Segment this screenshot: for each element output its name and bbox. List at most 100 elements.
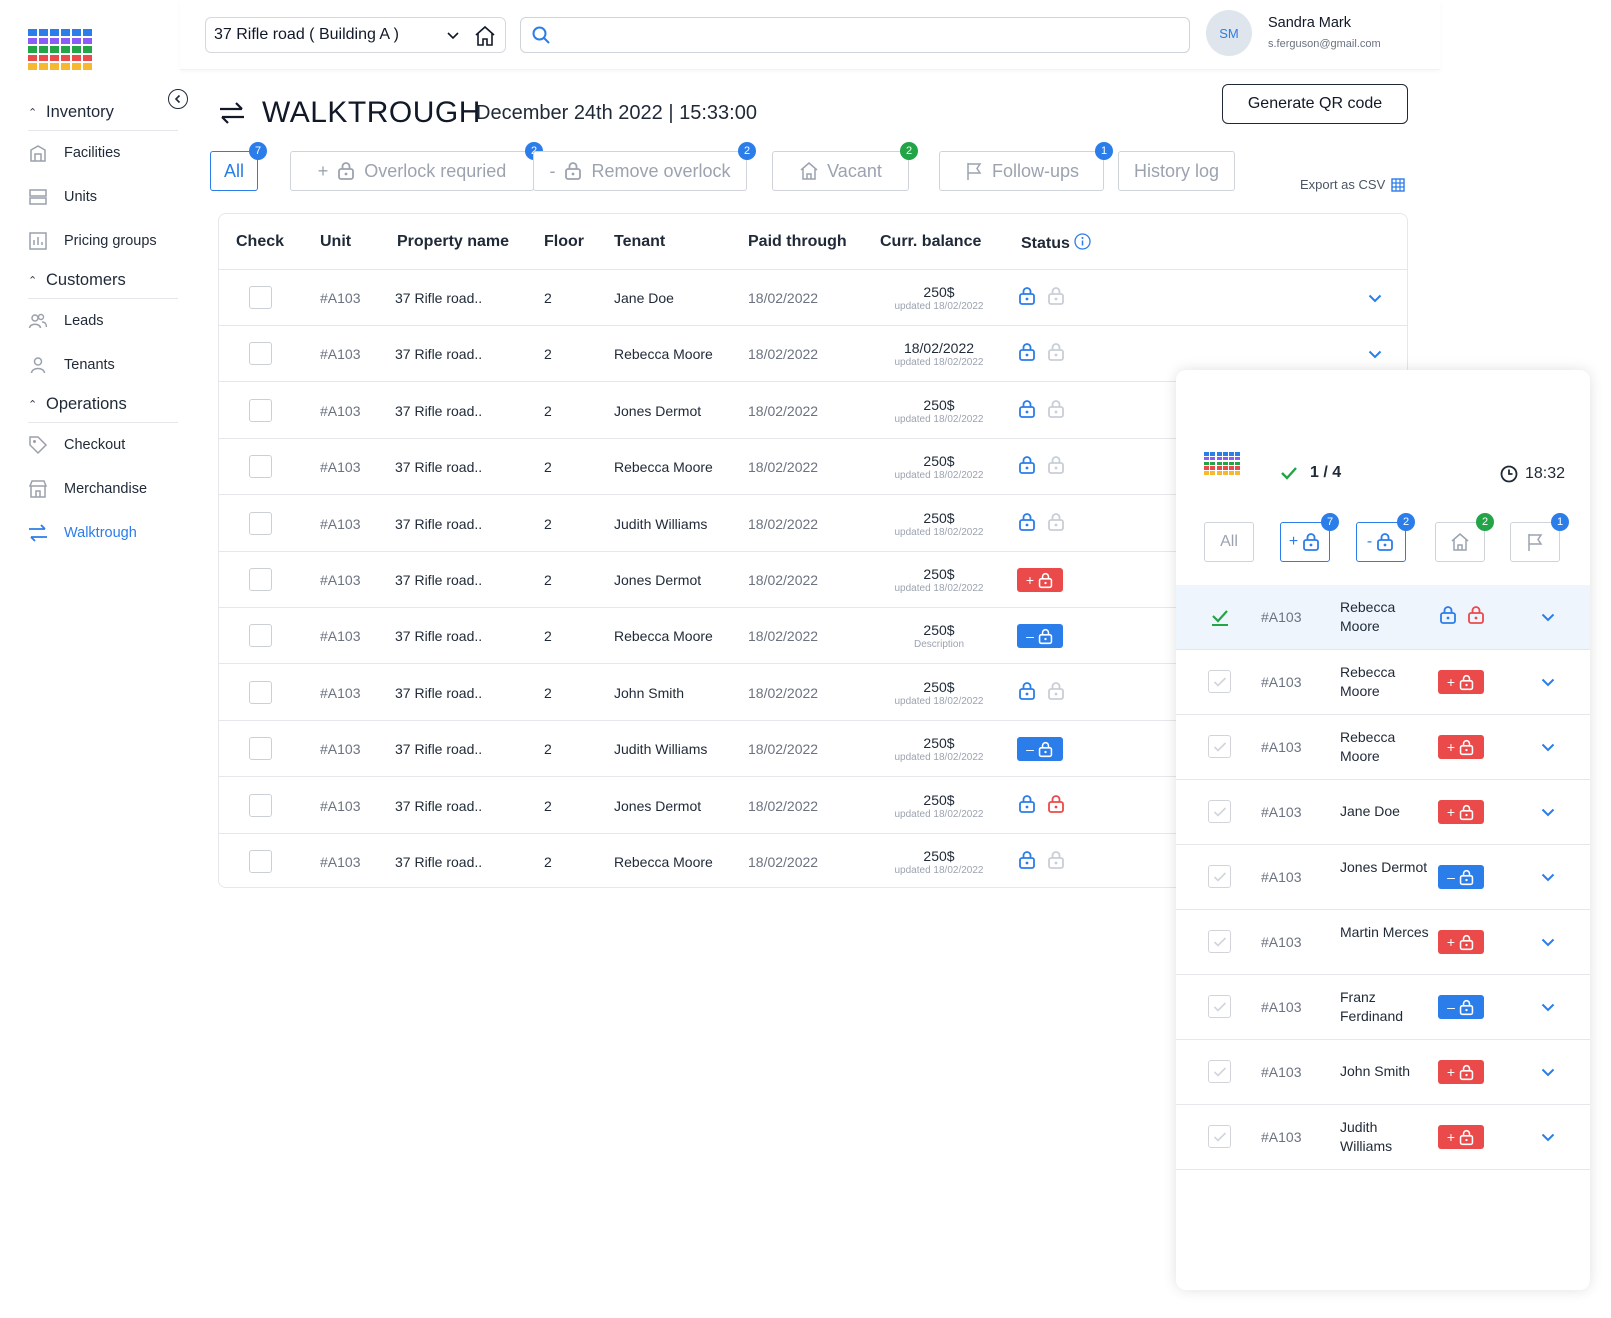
row-checkbox[interactable] <box>249 568 272 591</box>
sidebar-item-walktrough[interactable]: Walktrough <box>28 511 178 555</box>
status-cell[interactable] <box>1017 399 1066 419</box>
status-cell[interactable]: + <box>1438 1125 1484 1149</box>
mobile-filter-tab-remove[interactable]: -2 <box>1356 513 1415 562</box>
status-cell[interactable]: + <box>1438 930 1484 954</box>
chevron-down-icon[interactable] <box>1540 804 1556 820</box>
status-cell[interactable]: + <box>1017 568 1063 592</box>
row-checkbox[interactable] <box>249 286 272 309</box>
sidebar-section-customers[interactable]: ⌃ Customers <box>28 263 178 299</box>
chevron-down-icon[interactable] <box>1540 1129 1556 1145</box>
row-expand[interactable] <box>1540 934 1556 955</box>
add-overlock-badge[interactable]: + <box>1438 800 1484 824</box>
status-cell[interactable]: + <box>1438 670 1484 694</box>
row-expand[interactable] <box>1540 869 1556 890</box>
status-cell[interactable] <box>1017 286 1066 306</box>
row-checkbox[interactable] <box>249 398 272 422</box>
chevron-down-icon[interactable] <box>1540 999 1556 1015</box>
status-cell[interactable]: – <box>1017 737 1063 762</box>
mobile-filter-tab-vacant[interactable]: 2 <box>1435 513 1494 562</box>
row-checkbox[interactable] <box>249 850 272 873</box>
sidebar-section-operations[interactable]: ⌃ Operations <box>28 387 178 423</box>
row-checkbox[interactable] <box>249 342 272 366</box>
status-cell[interactable] <box>1017 342 1066 362</box>
mobile-list-item[interactable]: #A103 Rebecca Moore + <box>1176 715 1590 780</box>
status-cell[interactable] <box>1438 605 1486 625</box>
sidebar-item-facilities[interactable]: Facilities <box>28 131 178 175</box>
mobile-filter-tab-add[interactable]: +7 <box>1280 513 1339 562</box>
remove-overlock-badge[interactable]: – <box>1438 995 1484 1019</box>
status-cell[interactable] <box>1017 512 1066 532</box>
status-cell[interactable]: + <box>1438 1060 1484 1084</box>
table-row[interactable]: #A103 37 Rifle road.. 2 Jane Doe 18/02/2022 2… <box>219 270 1407 326</box>
mobile-list-item[interactable]: #A103 Rebecca Moore + <box>1176 650 1590 715</box>
mobile-list-item[interactable]: #A103 Rebecca Moore <box>1176 585 1590 650</box>
building-select[interactable]: 37 Rifle road ( Building A ) <box>205 17 506 53</box>
row-expand[interactable] <box>1540 1064 1556 1085</box>
add-overlock-badge[interactable]: + <box>1438 1125 1484 1149</box>
row-checkbox[interactable] <box>249 624 272 648</box>
sidebar-item-pricing-groups[interactable]: Pricing groups <box>28 219 178 263</box>
row-expand[interactable] <box>1540 804 1556 825</box>
generate-qr-button[interactable]: Generate QR code <box>1222 84 1408 124</box>
remove-overlock-badge[interactable]: – <box>1017 737 1063 762</box>
filter-tab-history-log[interactable]: History log <box>1118 151 1235 191</box>
row-checkbox-checked[interactable] <box>1208 605 1231 628</box>
filter-tab-remove-overlock[interactable]: - Remove overlock 2 <box>533 142 756 191</box>
sidebar-item-leads[interactable]: Leads <box>28 299 178 343</box>
row-checkbox[interactable] <box>249 455 272 479</box>
status-cell[interactable]: – <box>1017 624 1063 649</box>
chevron-down-icon[interactable] <box>1540 674 1556 690</box>
status-cell[interactable] <box>1017 850 1066 870</box>
chevron-down-icon[interactable] <box>1540 609 1556 625</box>
filter-tab-all[interactable]: All 7 <box>210 142 267 191</box>
home-icon[interactable] <box>473 24 497 48</box>
status-cell[interactable] <box>1017 794 1066 814</box>
remove-overlock-badge[interactable]: – <box>1017 624 1063 649</box>
row-expand[interactable] <box>1540 739 1556 760</box>
add-overlock-badge[interactable]: + <box>1017 568 1063 592</box>
sidebar-section-inventory[interactable]: ⌃ Inventory <box>28 95 178 131</box>
chevron-down-icon[interactable] <box>1540 1064 1556 1080</box>
search-input[interactable] <box>559 27 1189 43</box>
sidebar-item-checkout[interactable]: Checkout <box>28 423 178 467</box>
sidebar-item-tenants[interactable]: Tenants <box>28 343 178 387</box>
row-checkbox[interactable] <box>1208 800 1231 823</box>
chevron-down-icon[interactable] <box>1540 869 1556 885</box>
row-expand[interactable] <box>1540 609 1556 630</box>
row-checkbox[interactable] <box>249 737 272 761</box>
status-cell[interactable] <box>1017 681 1066 701</box>
chevron-down-icon[interactable] <box>1540 739 1556 755</box>
status-cell[interactable]: + <box>1438 735 1484 759</box>
row-checkbox[interactable] <box>1208 1060 1231 1083</box>
add-overlock-badge[interactable]: + <box>1438 930 1484 954</box>
avatar[interactable]: SM <box>1206 10 1252 56</box>
filter-tab-follow-ups[interactable]: Follow-ups 1 <box>939 142 1113 191</box>
status-cell[interactable]: – <box>1438 865 1484 889</box>
row-checkbox[interactable] <box>1208 995 1231 1018</box>
chevron-down-icon[interactable] <box>1367 290 1383 306</box>
search-box[interactable] <box>520 17 1190 53</box>
row-checkbox[interactable] <box>1208 865 1231 888</box>
row-expand[interactable] <box>1540 674 1556 695</box>
row-checkbox[interactable] <box>1208 1125 1231 1148</box>
row-expand[interactable] <box>1367 346 1383 367</box>
mobile-list-item[interactable]: #A103 John Smith + <box>1176 1040 1590 1105</box>
mobile-list-item[interactable]: #A103 Jones Dermot – <box>1176 845 1590 910</box>
row-checkbox[interactable] <box>249 511 272 535</box>
mobile-filter-tab-flag[interactable]: 1 <box>1510 513 1569 562</box>
mobile-filter-tab-all[interactable]: All <box>1204 522 1254 562</box>
add-overlock-badge[interactable]: + <box>1438 735 1484 759</box>
export-csv-link[interactable]: Export as CSV <box>1300 177 1405 192</box>
add-overlock-badge[interactable]: + <box>1438 670 1484 694</box>
filter-tab-vacant[interactable]: Vacant 2 <box>772 142 918 191</box>
row-checkbox[interactable] <box>1208 735 1231 758</box>
filter-tab-overlock-requried[interactable]: +Overlock requried2 <box>290 142 543 191</box>
mobile-list-item[interactable]: #A103 Jane Doe + <box>1176 780 1590 845</box>
mobile-list-item[interactable]: #A103 Franz Ferdinand – <box>1176 975 1590 1040</box>
info-icon[interactable] <box>1074 233 1092 250</box>
row-checkbox[interactable] <box>249 793 272 817</box>
row-checkbox[interactable] <box>1208 670 1231 693</box>
row-checkbox[interactable] <box>1208 930 1231 953</box>
remove-overlock-badge[interactable]: – <box>1438 865 1484 889</box>
status-cell[interactable]: + <box>1438 800 1484 824</box>
